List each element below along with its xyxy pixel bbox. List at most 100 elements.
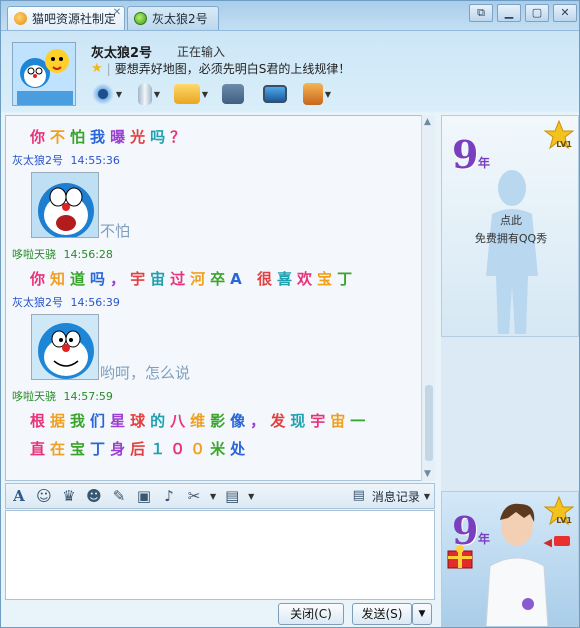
music-icon[interactable]: ♪ — [160, 487, 178, 505]
magic-emoji-icon[interactable]: ♛ — [60, 487, 78, 505]
sender-name: 哆啦天骁 — [12, 248, 56, 261]
chevron-down-icon[interactable]: ▼ — [248, 492, 254, 501]
message-time: 14:56:39 — [70, 296, 120, 309]
image-icon[interactable]: ▣ — [135, 487, 153, 505]
input-toolbar: A ☺ ♛ ☻ ✎ ▣ ♪ ✂ ▼ ▤ ▼ ▤ 消息记录 ▼ — [5, 483, 435, 509]
doodle-icon[interactable]: ✎ — [110, 487, 128, 505]
close-window-button[interactable]: ✕ — [553, 4, 577, 22]
avatar-illustration — [13, 43, 75, 105]
message-text: 直在宝丁身后１００米处 — [30, 440, 251, 458]
qq-show-panel: 9 年 LV1 点此 免费拥有QQ秀 9 年 LV1 ◀ — [441, 115, 579, 627]
notification-badge — [554, 536, 570, 546]
scroll-up-icon[interactable]: ▲ — [424, 117, 431, 127]
chevron-down-icon[interactable]: ▼ — [210, 492, 216, 501]
online-status-icon — [134, 12, 147, 25]
message-plus-icon — [222, 84, 244, 104]
doraemon-crying-icon — [32, 173, 98, 237]
tab-label: 猫吧资源社制定 — [32, 12, 117, 26]
speaker-icon[interactable]: ◀ — [544, 536, 552, 549]
contact-header: 灰太狼2号 正在输入 ★ | 要想弄好地图，必须先明白S君的上线规律！ ▼ ▼ … — [1, 32, 579, 114]
gift-icon[interactable] — [446, 542, 474, 570]
message-time: 14:55:36 — [70, 154, 120, 167]
sticker-image[interactable] — [31, 314, 99, 380]
contact-avatar-icon — [14, 12, 27, 25]
signature-row: ★ | 要想弄好地图，必须先明白S君的上线规律！ — [91, 60, 350, 77]
gift-box-icon[interactable]: ▤ — [223, 487, 241, 505]
message-history-button[interactable]: ▤ 消息记录 ▼ — [350, 487, 430, 505]
chevron-down-icon: ▼ — [153, 89, 161, 99]
chevron-down-icon: ▼ — [423, 491, 430, 501]
free-qqshow-text[interactable]: 免费拥有QQ秀 — [442, 230, 579, 246]
skin-button[interactable]: ⧉ — [469, 4, 493, 22]
message-time: 14:56:28 — [63, 248, 113, 261]
message-time: 14:57:59 — [63, 390, 113, 403]
click-here-text[interactable]: 点此 — [442, 212, 579, 228]
star-icon: ★ — [91, 61, 103, 76]
chat-window: 猫吧资源社制定 ✕ 灰太狼2号 ⧉ ▁ ▢ ✕ 灰太狼2号 正在输入 ★ | 要… — [0, 0, 580, 628]
level-label: LV1 — [556, 516, 572, 525]
sticker-icon[interactable]: ☻ — [85, 487, 103, 505]
chat-scrollbar[interactable]: ▲ ▼ — [421, 115, 435, 481]
avatar-character-icon — [485, 503, 549, 626]
signature-text: 要想弄好地图，必须先明白S君的上线规律！ — [114, 62, 351, 76]
minimize-button[interactable]: ▁ — [497, 4, 521, 22]
font-icon[interactable]: A — [10, 487, 28, 505]
remote-assist-button[interactable] — [257, 80, 293, 108]
sms-button[interactable] — [215, 80, 251, 108]
chevron-down-icon: ▼ — [201, 89, 209, 99]
tab-bar: 猫吧资源社制定 ✕ 灰太狼2号 ⧉ ▁ ▢ ✕ — [1, 1, 579, 31]
emoji-icon[interactable]: ☺ — [35, 487, 53, 505]
screenshot-scissors-icon[interactable]: ✂ — [185, 487, 203, 505]
sender-line: 灰太狼2号 14:55:36 — [12, 152, 120, 168]
send-file-button[interactable]: ▼ — [173, 80, 209, 108]
message-history[interactable]: 你不怕我曝光吗？ 灰太狼2号 14:55:36 不怕 哆啦天骁 14:56:28… — [5, 115, 435, 481]
nine-year-badge: 9 — [452, 132, 479, 177]
sticker-caption: 哟呵，怎么说 — [100, 364, 191, 382]
level-label: LV1 — [556, 140, 572, 149]
message-input[interactable] — [5, 510, 435, 600]
message-text: 你知道吗，宇宙过河卒A 很喜欢宝丁 — [30, 270, 358, 288]
folder-arrow-icon — [173, 84, 200, 104]
send-button[interactable]: 发送(S) — [352, 603, 412, 625]
silhouette-icon — [486, 170, 538, 334]
scroll-down-icon[interactable]: ▼ — [424, 469, 431, 479]
qq-show-self[interactable]: 9 年 LV1 ◀ — [441, 491, 579, 627]
chevron-down-icon: ▼ — [324, 89, 332, 99]
message-text: 根据我们星球的八维影像，发现宇宙一 — [30, 412, 371, 430]
contact-name[interactable]: 灰太狼2号 — [91, 42, 152, 61]
maximize-button[interactable]: ▢ — [525, 4, 549, 22]
scroll-thumb[interactable] — [425, 385, 433, 461]
sender-line: 哆啦天骁 14:56:28 — [12, 246, 113, 262]
video-call-button[interactable]: ▼ — [89, 80, 125, 108]
send-options-button[interactable]: ▼ — [412, 603, 432, 625]
sticker-image[interactable] — [31, 172, 99, 238]
doraemon-smiling-icon — [32, 315, 98, 379]
chat-toolbar: ▼ ▼ ▼ ▼ — [89, 80, 335, 108]
monitor-icon — [263, 85, 287, 103]
app-box-icon — [302, 83, 323, 105]
sender-line: 灰太狼2号 14:56:39 — [12, 294, 120, 310]
qq-show-friend[interactable]: 9 年 LV1 点此 免费拥有QQ秀 — [441, 115, 579, 337]
tab-wolf2[interactable]: 灰太狼2号 — [127, 6, 219, 30]
sender-name: 哆啦天骁 — [12, 390, 56, 403]
apps-button[interactable]: ▼ — [299, 80, 335, 108]
voice-call-button[interactable]: ▼ — [131, 80, 167, 108]
window-controls: ⧉ ▁ ▢ ✕ — [469, 4, 577, 22]
bottom-bar: 关闭(C) 发送(S) ▼ — [5, 601, 435, 627]
microphone-icon — [137, 83, 152, 105]
sender-name: 灰太狼2号 — [12, 296, 63, 309]
message-text: 你不怕我曝光吗？ — [30, 128, 191, 146]
avatar[interactable] — [12, 42, 76, 106]
webcam-icon — [91, 83, 114, 105]
history-label: 消息记录 — [371, 489, 420, 504]
sender-line: 哆啦天骁 14:57:59 — [12, 388, 113, 404]
tab-catbar[interactable]: 猫吧资源社制定 ✕ — [7, 6, 125, 30]
sticker-caption: 不怕 — [100, 222, 131, 240]
close-button[interactable]: 关闭(C) — [278, 603, 344, 625]
history-icon: ▤ — [352, 488, 365, 503]
tab-close-icon[interactable]: ✕ — [112, 8, 122, 18]
sender-name: 灰太狼2号 — [12, 154, 63, 167]
typing-status: 正在输入 — [177, 45, 226, 59]
separator: | — [106, 61, 111, 76]
tab-label: 灰太狼2号 — [152, 12, 208, 26]
